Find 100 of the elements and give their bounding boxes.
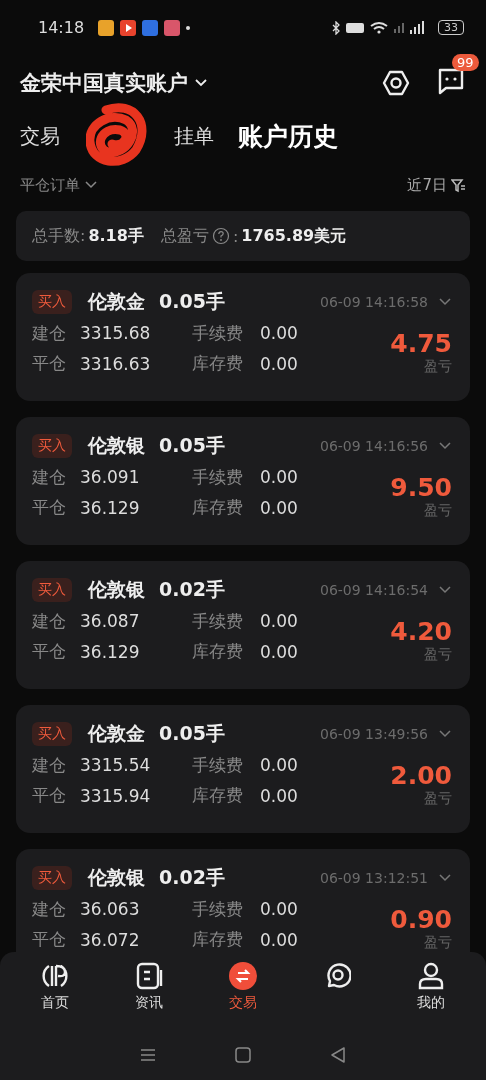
fee-value: 0.00 [260,611,298,632]
symbol-name: 伦敦银 [88,433,145,458]
tab[interactable]: 挂单 [174,122,214,150]
symbol-name: 伦敦银 [88,577,145,602]
field-label: 建仓 [32,465,67,489]
lot-size: 0.02手 [159,865,225,890]
close-price: 3316.63 [80,353,152,374]
field-label: 平仓 [32,352,67,376]
order-type-dropdown[interactable]: 平仓订单 [20,175,80,195]
open-price: 36.091 [80,467,141,488]
buy-tag: 买入 [32,290,72,314]
lot-size: 0.05手 [159,433,225,458]
field-label: 手续费 [192,609,244,633]
symbol-name: 伦敦银 [88,865,145,890]
close-price: 36.129 [80,641,141,662]
field-label: 建仓 [32,897,67,921]
field-label: 平仓 [32,640,67,664]
hexagon-settings-icon[interactable] [382,69,410,97]
order-card[interactable]: 买入 伦敦银 0.05手 06-09 14:16:56 建仓 36.091 手续费 0.00 平仓 36.129 库存费 0.00 9.50 盈亏 [16,417,470,545]
period-filter[interactable]: 近7日 [407,175,447,195]
buy-tag: 买入 [32,866,72,890]
signal-icon [410,21,424,34]
field-label: 建仓 [32,753,67,777]
close-price: 36.072 [80,929,141,950]
tab[interactable]: 交易 [20,122,60,150]
nav-label[interactable]: 交易 [229,994,257,1012]
open-price: 36.063 [80,899,141,920]
total-lots-value: 8.18手 [88,225,144,247]
hd-icon [346,22,364,33]
field-label: 库存费 [192,640,244,664]
status-time: 14:18 [38,18,85,37]
swap-value: 0.00 [260,785,298,806]
lot-size: 0.05手 [159,721,225,746]
field-label: 平仓 [32,928,67,952]
person-icon[interactable] [417,962,445,990]
account-selector[interactable]: 金荣中国真实账户 [20,69,188,97]
menu-icon[interactable] [138,1047,157,1063]
separator-colon: : [232,226,239,246]
fee-value: 0.00 [260,755,298,776]
nav-label[interactable]: 我的 [417,994,445,1012]
tab[interactable]: 账户历史 [238,119,338,153]
signal-icon [394,22,404,33]
open-price: 3315.54 [80,755,152,776]
field-label: 平仓 [32,784,67,808]
profit-label: 盈亏 [424,646,452,664]
field-label: 建仓 [32,609,67,633]
buy-tag: 买入 [32,434,72,458]
profit-label: 盈亏 [424,502,452,520]
filter-icon[interactable] [451,177,466,193]
order-time: 06-09 13:49:56 [320,726,428,742]
fee-value: 0.00 [260,323,298,344]
field-label: 库存费 [192,784,244,808]
app-icon [98,19,115,36]
profit-value: 4.20 [390,617,452,646]
profit-label: 盈亏 [424,358,452,376]
order-card[interactable]: 买入 伦敦银 0.02手 06-09 14:16:54 建仓 36.087 手续费 0.00 平仓 36.129 库存费 0.00 4.20 盈亏 [16,561,470,689]
close-price: 3315.94 [80,785,152,806]
back-triangle-icon[interactable] [329,1046,348,1064]
symbol-name: 伦敦金 [88,721,145,746]
app-icon [164,19,181,36]
lot-size: 0.05手 [159,289,225,314]
field-label: 库存费 [192,352,244,376]
dot-icon [186,25,191,30]
profit-label: 盈亏 [424,934,452,952]
play-app-icon [120,19,137,36]
swap-value: 0.00 [260,641,298,662]
app-icon [142,19,159,36]
order-card[interactable]: 买入 伦敦金 0.05手 06-09 14:16:58 建仓 3315.68 手续费 0.00 平仓 3316.63 库存费 0.00 4.75 盈亏 [16,273,470,401]
nav-label[interactable]: 首页 [41,994,69,1012]
profit-value: 9.50 [390,473,452,502]
field-label: 手续费 [192,321,244,345]
unread-badge: 99 [452,54,479,71]
battery-level: 33 [438,20,464,35]
profit-value: 2.00 [390,761,452,790]
buy-tag: 买入 [32,578,72,602]
field-label: 库存费 [192,928,244,952]
wifi-icon [370,21,388,34]
order-time: 06-09 13:12:51 [320,870,428,886]
message-icon[interactable] [436,66,466,96]
order-time: 06-09 14:16:56 [320,438,428,454]
total-pnl-value: 1765.89美元 [241,225,347,247]
close-price: 36.129 [80,497,141,518]
nav-label[interactable]: 资讯 [135,994,163,1012]
bluetooth-icon [332,20,340,35]
exchange-icon[interactable] [229,962,257,990]
profit-label: 盈亏 [424,790,452,808]
field-label: 库存费 [192,496,244,520]
lot-size: 0.02手 [159,577,225,602]
help-icon[interactable] [211,227,230,245]
fee-value: 0.00 [260,899,298,920]
order-card[interactable]: 买入 伦敦金 0.05手 06-09 13:49:56 建仓 3315.54 手续费 0.00 平仓 3315.94 库存费 0.00 2.00 盈亏 [16,705,470,833]
total-pnl-label: 总盈亏 [160,225,209,247]
order-time: 06-09 14:16:58 [320,294,428,310]
document-icon[interactable] [135,962,163,990]
home-square-icon[interactable] [234,1046,252,1064]
swap-value: 0.00 [260,497,298,518]
order-card[interactable]: 买入 伦敦银 0.02手 06-09 13:12:51 建仓 36.063 手续费 0.00 平仓 36.072 库存费 0.00 0.90 盈亏 [16,849,470,952]
symbol-name: 伦敦金 [88,289,145,314]
buy-tag: 买入 [32,722,72,746]
field-label: 平仓 [32,496,67,520]
